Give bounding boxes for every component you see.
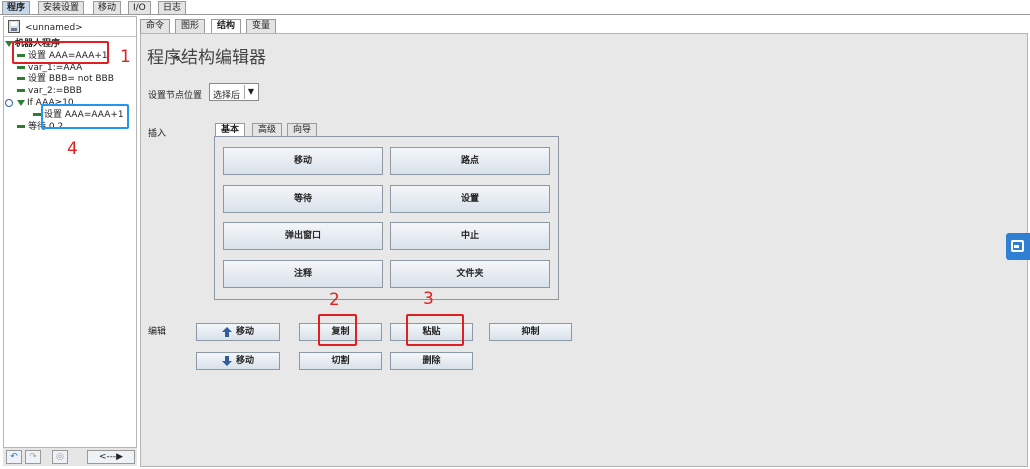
divider <box>4 36 136 37</box>
insert-comment-button[interactable]: 注释 <box>223 260 383 288</box>
tree-node[interactable]: var_2:=BBB <box>17 86 82 96</box>
delete-button[interactable]: 删除 <box>390 352 473 370</box>
node-icon <box>17 89 25 92</box>
insert-tab-wizard[interactable]: 向导 <box>287 123 318 137</box>
annotation-number-1: 1 <box>120 47 131 67</box>
arrow-up-icon <box>222 327 232 337</box>
stop-icon[interactable]: ◎ <box>52 450 68 464</box>
insert-popup-button[interactable]: 弹出窗口 <box>223 222 383 250</box>
tab-structure[interactable]: 结构 <box>211 19 242 33</box>
node-icon <box>17 77 25 80</box>
tree-node[interactable]: var_1:=AAA <box>17 63 82 73</box>
annotation-box-3 <box>406 314 464 346</box>
tab-io[interactable]: I/O <box>128 1 151 15</box>
chevron-down-icon[interactable]: ▼ <box>244 85 257 99</box>
move-down-label: 移动 <box>235 356 254 366</box>
move-down-button[interactable]: 移动 <box>196 352 280 370</box>
annotation-number-2: 2 <box>329 290 340 310</box>
program-name: <unnamed> <box>25 23 83 33</box>
insert-tab-basic[interactable]: 基本 <box>215 123 246 137</box>
tree-node-label: var_1:=AAA <box>28 63 83 73</box>
tab-graphics[interactable]: 图形 <box>175 19 206 33</box>
window-icon <box>1011 240 1024 252</box>
node-position-label: 设置节点位置 <box>148 91 203 101</box>
edit-label: 编辑 <box>148 327 167 337</box>
tree-node-label: var_2:=BBB <box>28 86 82 96</box>
node-icon <box>17 66 25 69</box>
insert-move-button[interactable]: 移动 <box>223 147 383 175</box>
tab-strip-border <box>0 14 1030 15</box>
page-title: 程序结构编辑器 <box>147 48 266 68</box>
tree-toolbar: ↶ ↷ ◎ <---▶ <box>3 447 137 466</box>
undo-icon[interactable]: ↶ <box>6 450 22 464</box>
insert-set-button[interactable]: 设置 <box>390 185 550 213</box>
expand-icon[interactable] <box>17 99 25 106</box>
insert-folder-button[interactable]: 文件夹 <box>390 260 550 288</box>
node-position-value: 选择后 <box>213 91 241 101</box>
tab-command[interactable]: 命令 <box>140 19 171 33</box>
annotation-box-4 <box>41 104 129 129</box>
tab-program[interactable]: 程序 <box>2 1 31 15</box>
annotation-box-2 <box>318 314 357 346</box>
annotation-number-4: 4 <box>67 139 78 159</box>
program-tree-panel: <unnamed> 机器人程序 设置 AAA=AAA+1 var_1:=AAA … <box>3 16 137 466</box>
redo-icon[interactable]: ↷ <box>25 450 41 464</box>
tab-variables[interactable]: 变量 <box>246 19 277 33</box>
nav-button[interactable]: <---▶ <box>87 450 135 464</box>
breakpoint-icon <box>5 98 13 107</box>
save-icon[interactable] <box>8 20 20 33</box>
node-icon <box>17 125 25 128</box>
side-panel-button[interactable] <box>1006 233 1030 260</box>
insert-tab-advanced[interactable]: 高级 <box>252 123 283 137</box>
annotation-number-3: 3 <box>423 289 434 309</box>
cut-button[interactable]: 切割 <box>299 352 382 370</box>
mouse-cursor-icon: ↖ <box>174 52 185 66</box>
node-icon <box>33 113 41 116</box>
node-position-select[interactable]: 选择后 ▼ <box>209 83 259 101</box>
tree-node-label: 设置 BBB= not BBB <box>28 74 114 84</box>
move-up-label: 移动 <box>235 327 254 337</box>
suppress-button[interactable]: 抑制 <box>489 323 572 341</box>
insert-label: 插入 <box>148 129 167 139</box>
insert-waypoint-button[interactable]: 路点 <box>390 147 550 175</box>
insert-halt-button[interactable]: 中止 <box>390 222 550 250</box>
annotation-box-1 <box>12 41 109 64</box>
tab-move[interactable]: 移动 <box>93 1 122 15</box>
insert-wait-button[interactable]: 等待 <box>223 185 383 213</box>
tab-log[interactable]: 日志 <box>158 1 187 15</box>
tree-node[interactable]: 设置 BBB= not BBB <box>17 74 114 84</box>
arrow-down-icon <box>222 356 232 366</box>
move-up-button[interactable]: 移动 <box>196 323 280 341</box>
tab-installation[interactable]: 安装设置 <box>38 1 85 15</box>
